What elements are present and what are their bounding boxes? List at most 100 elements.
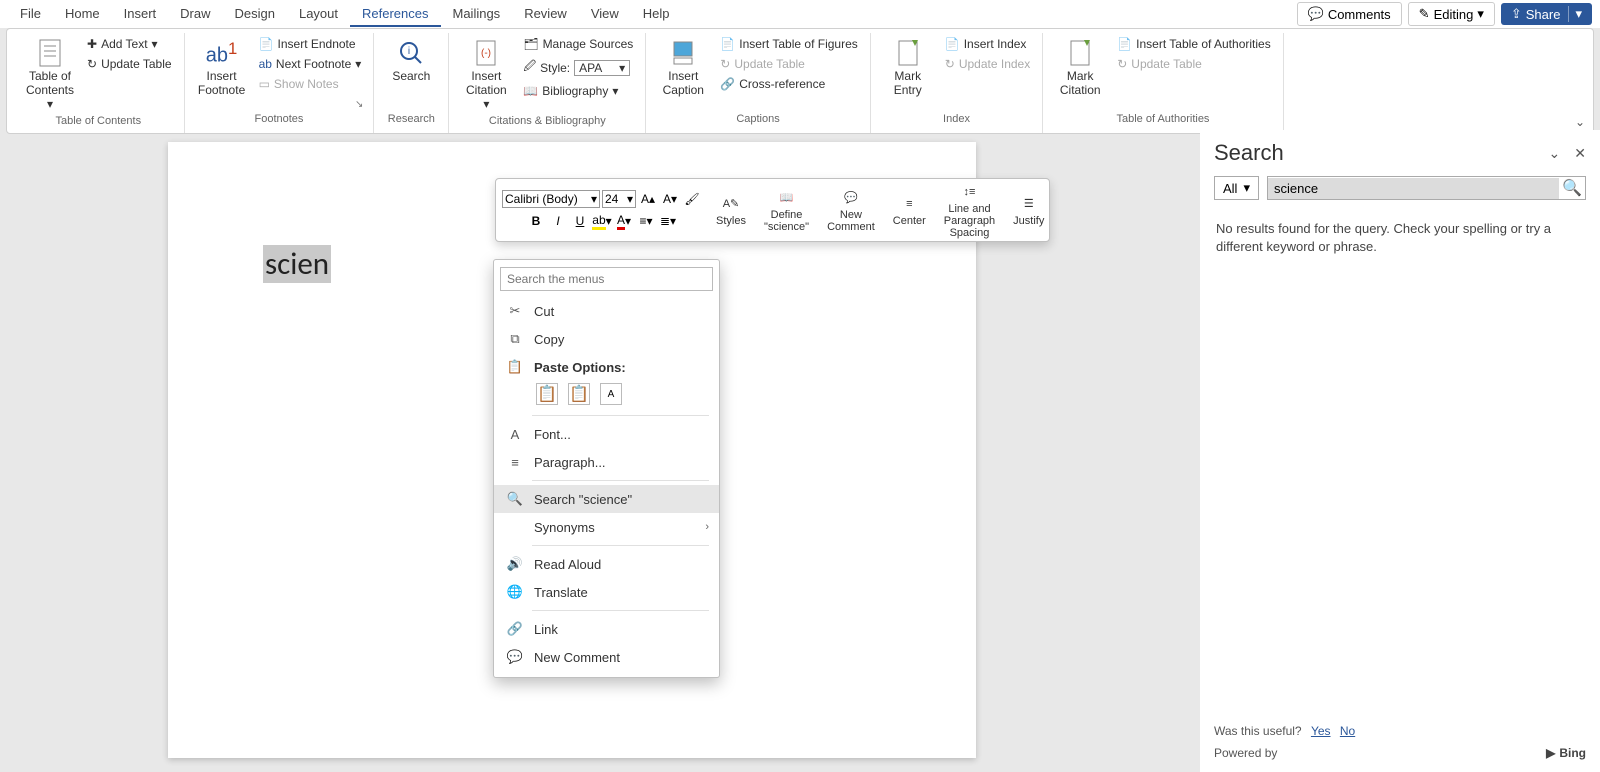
paste-keep-formatting-button[interactable]: 📋 — [536, 383, 558, 405]
toc-icon — [34, 37, 66, 69]
svg-text:i: i — [408, 46, 410, 57]
menu-search[interactable] — [500, 267, 713, 291]
grow-font-icon[interactable]: A▴ — [638, 189, 658, 209]
search-button[interactable]: i Search — [382, 35, 440, 85]
useful-yes-link[interactable]: Yes — [1311, 724, 1331, 738]
scope-dropdown[interactable]: All▾ — [1214, 176, 1259, 200]
toc-label: Table ofContents ▾ — [26, 69, 74, 111]
insert-index-button[interactable]: 📄Insert Index — [941, 35, 1034, 53]
menu-search-input[interactable] — [500, 267, 713, 291]
insert-endnote-button[interactable]: 📄Insert Endnote — [255, 35, 366, 53]
ctx-search-science[interactable]: 🔍Search "science" — [494, 485, 719, 513]
define-button[interactable]: 📖Define"science" — [760, 187, 813, 233]
dialog-launcher-icon[interactable]: ↘ — [355, 99, 363, 110]
new-comment-label: New Comment — [534, 650, 620, 665]
useful-text: Was this useful? — [1214, 724, 1302, 738]
bold-icon[interactable]: B — [526, 211, 546, 231]
menu-insert[interactable]: Insert — [112, 2, 169, 27]
ctx-font[interactable]: AFont... — [494, 420, 719, 448]
update-table-captions-button[interactable]: ↻Update Table — [716, 55, 861, 73]
book-icon: 📖 — [775, 187, 799, 209]
comments-button[interactable]: 💬 Comments — [1297, 2, 1402, 26]
read-label: Read Aloud — [534, 557, 601, 572]
footnote-label: InsertFootnote — [198, 69, 245, 97]
menu-mailings[interactable]: Mailings — [441, 2, 513, 27]
mark-entry-button[interactable]: MarkEntry — [879, 35, 937, 99]
editing-button[interactable]: ✎ Editing ▾ — [1408, 2, 1495, 26]
menu-draw[interactable]: Draw — [168, 2, 222, 27]
ctx-link[interactable]: 🔗Link — [494, 615, 719, 643]
update-table-button[interactable]: ↻Update Table — [83, 55, 176, 73]
highlight-icon[interactable]: ab▾ — [592, 211, 612, 231]
ctx-cut[interactable]: ✂Cut — [494, 297, 719, 325]
update-auth-label: Update Table — [1131, 57, 1202, 71]
menu-references[interactable]: References — [350, 2, 440, 27]
insert-figures-button[interactable]: 📄Insert Table of Figures — [716, 35, 861, 53]
insert-authorities-button[interactable]: 📄Insert Table of Authorities — [1113, 35, 1274, 53]
style-selector[interactable]: 🖉Style:APA▾ — [519, 55, 637, 80]
close-icon[interactable]: ✕ — [1574, 145, 1586, 162]
update-authorities-button[interactable]: ↻Update Table — [1113, 55, 1274, 73]
format-painter-icon[interactable]: 🖌 — [682, 189, 702, 209]
group-research: i Search Research — [374, 33, 449, 133]
show-notes-button[interactable]: ▭Show Notes — [255, 75, 366, 93]
search-submit-icon[interactable]: 🔍 — [1559, 178, 1585, 198]
collapse-ribbon-icon[interactable]: ⌄ — [1575, 115, 1585, 129]
paste-merge-button[interactable]: 📋 — [568, 383, 590, 405]
new-comment-button[interactable]: 💬NewComment — [823, 187, 879, 233]
link-icon: 🔗 — [506, 620, 524, 638]
share-button[interactable]: ⇪ Share ▾ — [1501, 3, 1592, 25]
index-icon: 📄 — [945, 37, 960, 51]
spacing-label: Line andParagraph Spacing — [944, 203, 995, 239]
useful-no-link[interactable]: No — [1340, 724, 1355, 738]
update-index-button[interactable]: ↻Update Index — [941, 55, 1034, 73]
justify-button[interactable]: ☰Justify — [1009, 193, 1048, 227]
menu-home[interactable]: Home — [53, 2, 112, 27]
ctx-new-comment[interactable]: 💬New Comment — [494, 643, 719, 671]
menu-design[interactable]: Design — [223, 2, 287, 27]
menu-bar: File Home Insert Draw Design Layout Refe… — [0, 0, 1600, 28]
menu-view[interactable]: View — [579, 2, 631, 27]
manage-sources-button[interactable]: 🗂Manage Sources — [519, 35, 637, 53]
add-text-button[interactable]: ✚Add Text ▾ — [83, 35, 176, 53]
insert-caption-button[interactable]: InsertCaption — [654, 35, 712, 99]
selected-text[interactable]: scien — [263, 245, 331, 283]
center-button[interactable]: ≡Center — [889, 193, 930, 227]
menu-file[interactable]: File — [8, 2, 53, 27]
insert-citation-button[interactable]: (-) InsertCitation ▾ — [457, 35, 515, 113]
font-value: Calibri (Body) — [505, 192, 578, 206]
table-of-contents-button[interactable]: Table ofContents ▾ — [21, 35, 79, 113]
ctx-translate[interactable]: 🌐Translate — [494, 578, 719, 606]
cross-reference-button[interactable]: 🔗Cross-reference — [716, 75, 861, 93]
mark-citation-button[interactable]: MarkCitation — [1051, 35, 1109, 99]
ctx-copy[interactable]: ⧉Copy — [494, 325, 719, 353]
search-input[interactable] — [1268, 178, 1559, 199]
ctx-synonyms[interactable]: Synonyms› — [494, 513, 719, 541]
bibliography-button[interactable]: 📖Bibliography ▾ — [519, 82, 637, 100]
paste-text-only-button[interactable]: A — [600, 383, 622, 405]
italic-icon[interactable]: I — [548, 211, 568, 231]
size-select[interactable]: 24▾ — [602, 190, 636, 208]
next-label: Next Footnote — [276, 57, 351, 71]
font-color-icon[interactable]: A▾ — [614, 211, 634, 231]
update-index-label: Update Index — [959, 57, 1030, 71]
spacing-button[interactable]: ↕≡Line andParagraph Spacing — [940, 181, 999, 239]
shrink-font-icon[interactable]: A▾ — [660, 189, 680, 209]
menu-review[interactable]: Review — [512, 2, 579, 27]
collapse-icon[interactable]: ⌄ — [1549, 145, 1561, 162]
insert-footnote-button[interactable]: ab1 InsertFootnote — [193, 35, 251, 99]
styles-button[interactable]: A✎Styles — [712, 193, 750, 227]
next-footnote-button[interactable]: abNext Footnote ▾ — [255, 55, 366, 73]
ctx-read-aloud[interactable]: 🔊Read Aloud — [494, 550, 719, 578]
search-icon: i — [395, 37, 427, 69]
numbering-icon[interactable]: ≣▾ — [658, 211, 678, 231]
style-dropdown[interactable]: APA▾ — [574, 60, 630, 76]
menu-layout[interactable]: Layout — [287, 2, 350, 27]
mark-citation-icon — [1064, 37, 1096, 69]
ctx-paragraph[interactable]: ≡Paragraph... — [494, 448, 719, 476]
underline-icon[interactable]: U — [570, 211, 590, 231]
font-select[interactable]: Calibri (Body)▾ — [502, 190, 600, 208]
bullets-icon[interactable]: ≡▾ — [636, 211, 656, 231]
search-label: Search — [392, 69, 430, 83]
menu-help[interactable]: Help — [631, 2, 682, 27]
